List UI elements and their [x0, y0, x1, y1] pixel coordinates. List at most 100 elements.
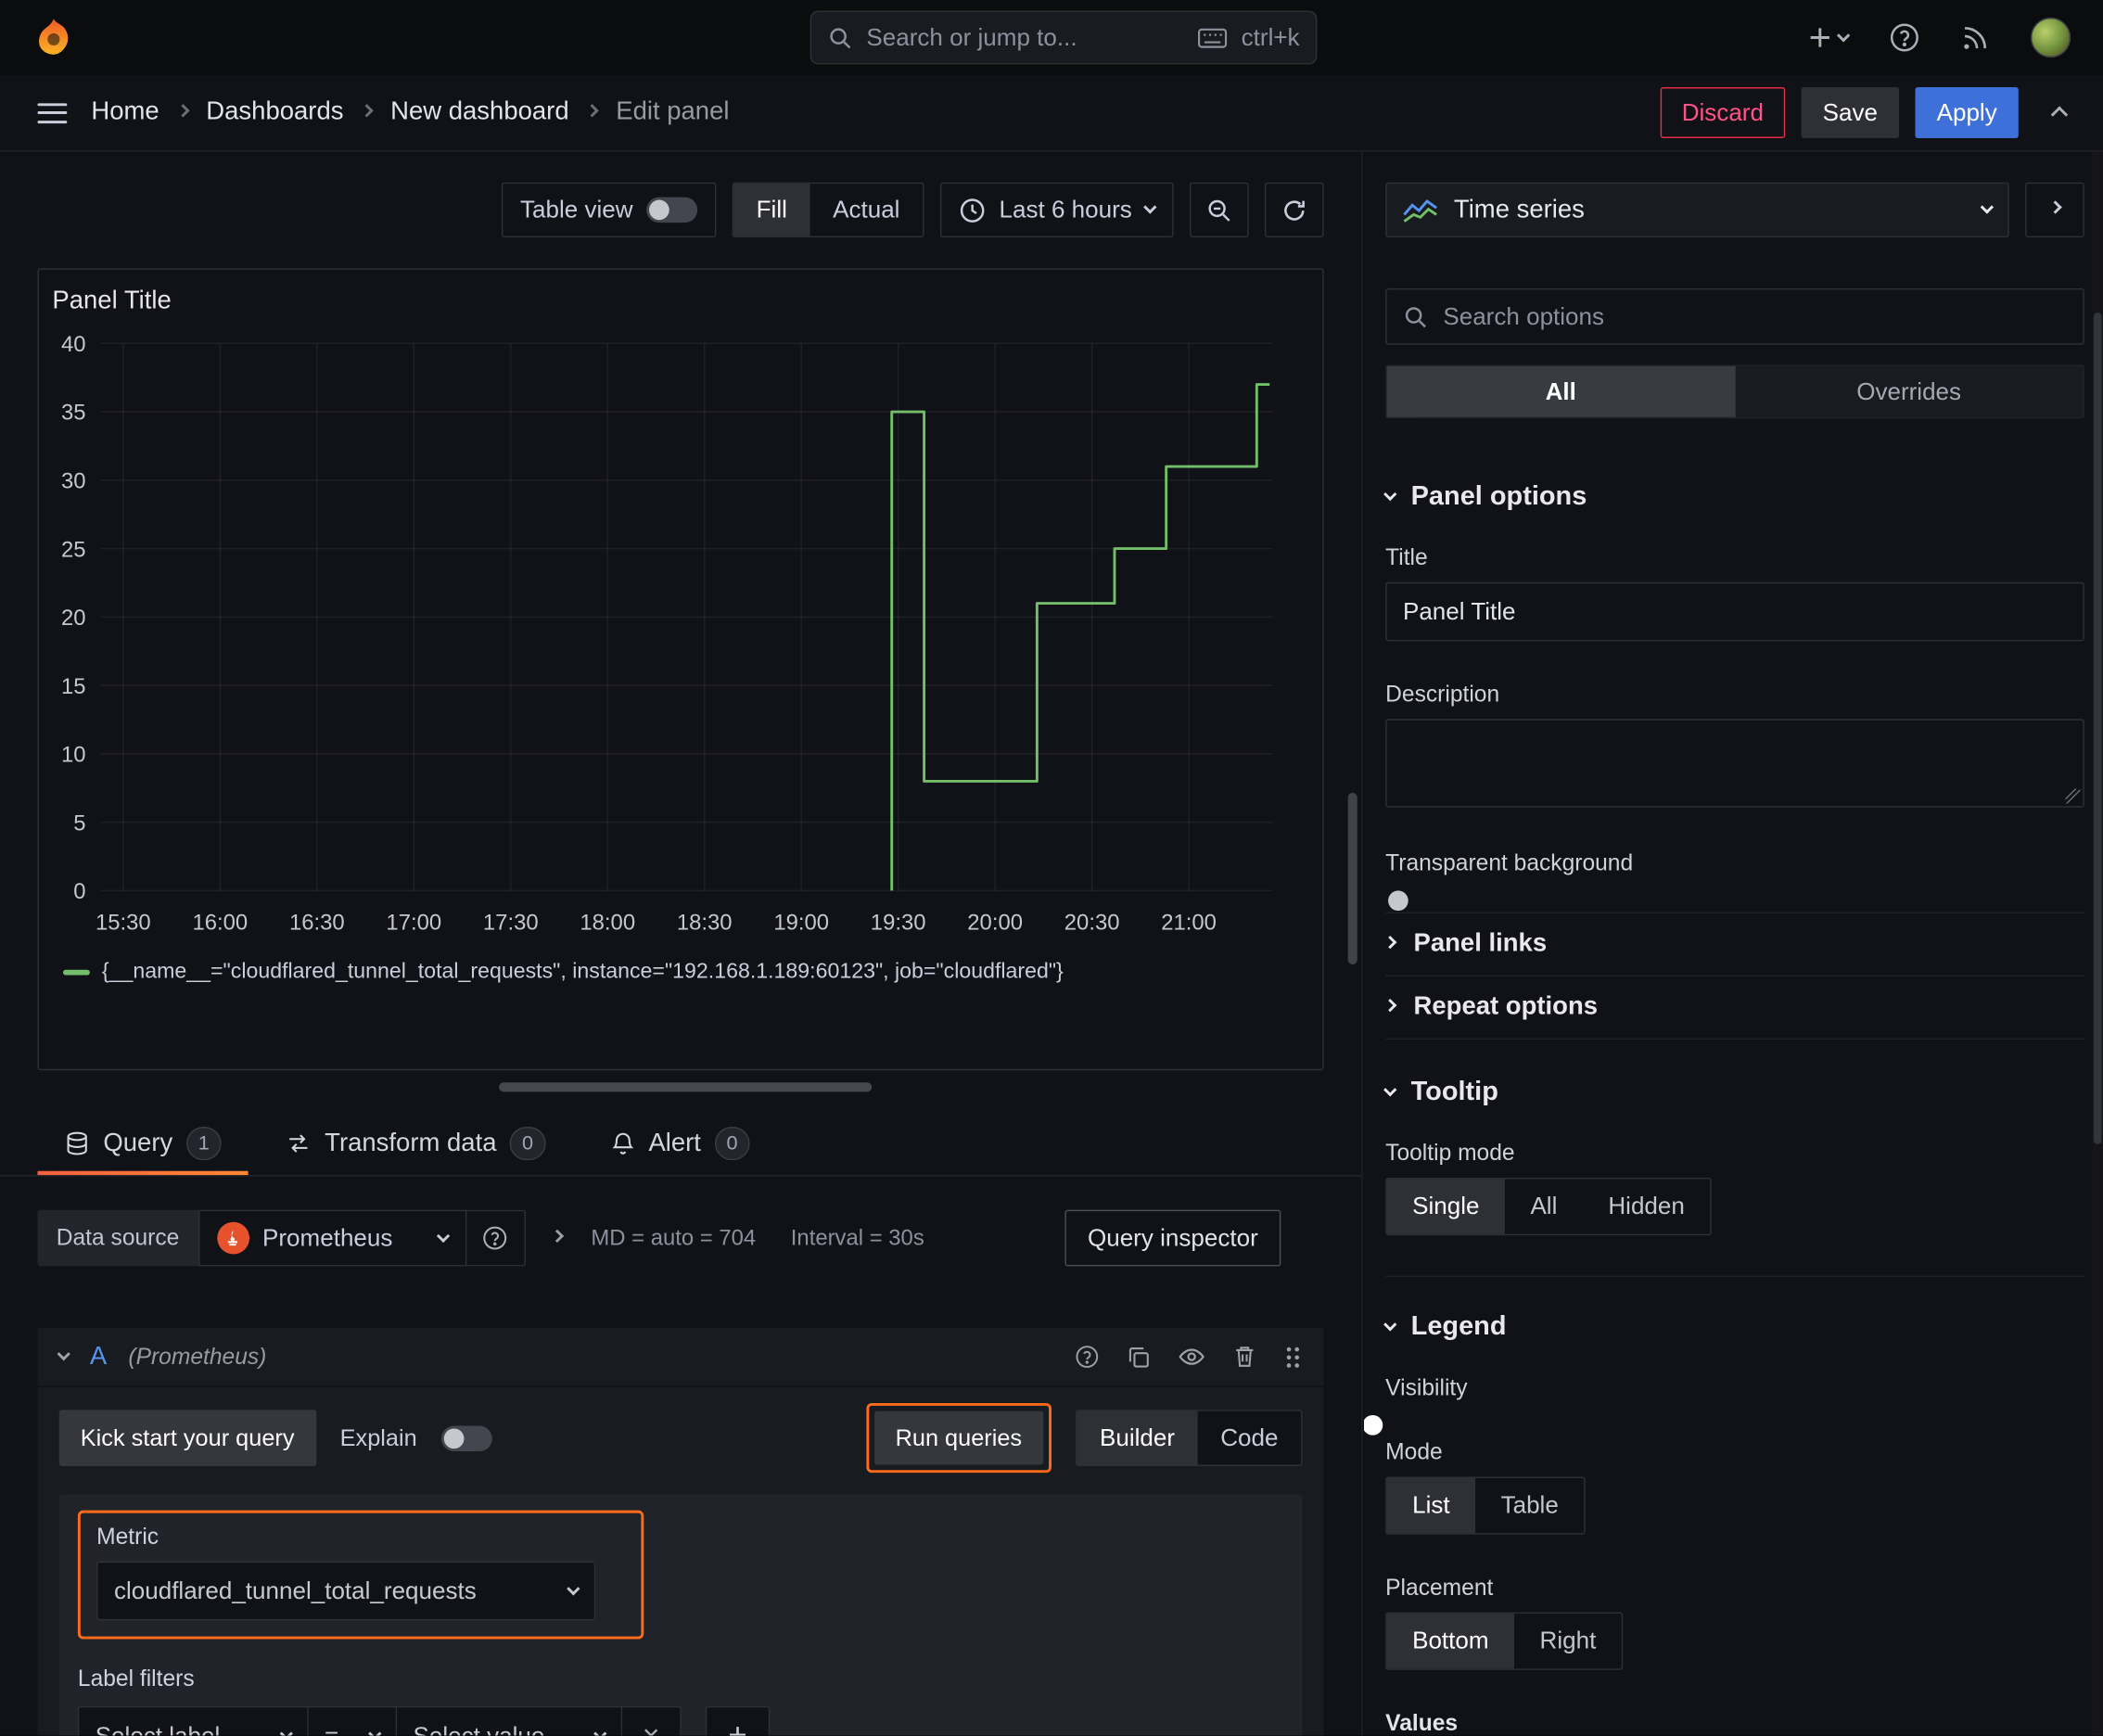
placement-bottom-option[interactable]: Bottom [1386, 1614, 1515, 1669]
tooltip-single-option[interactable]: Single [1386, 1179, 1505, 1234]
svg-text:20: 20 [61, 606, 86, 631]
delete-query-icon[interactable] [1232, 1344, 1256, 1369]
remove-filter-button[interactable]: × [622, 1705, 682, 1736]
visualization-picker[interactable]: Time series [1385, 182, 2009, 238]
horizontal-scrollbar-thumb[interactable] [499, 1082, 873, 1092]
query-ref-id[interactable]: A [90, 1342, 107, 1372]
right-scrollbar-thumb[interactable] [2093, 313, 2102, 1144]
query-options-summary[interactable]: MD = auto = 704 Interval = 30s [591, 1225, 924, 1250]
tab-all[interactable]: All [1386, 365, 1735, 417]
query-builder-body: Metric cloudflared_tunnel_total_requests… [58, 1494, 1303, 1736]
time-series-chart[interactable]: 0 5 10 15 20 25 30 35 40 15:30 16:00 16:30 17:00 17:3… [39, 316, 1310, 957]
panel-title-input[interactable]: Panel Title [1385, 581, 2084, 642]
right-scrollbar[interactable] [2092, 151, 2103, 1736]
help-button[interactable] [1889, 21, 1921, 54]
tab-transform-data[interactable]: Transform data 0 [259, 1112, 572, 1175]
datasource-help-button[interactable] [465, 1209, 526, 1267]
apply-button[interactable]: Apply [1915, 87, 2019, 138]
panel-links-row[interactable]: Panel links [1383, 912, 2084, 976]
grafana-logo-icon[interactable] [32, 16, 75, 58]
add-filter-button[interactable]: + [705, 1705, 771, 1736]
horizontal-scrollbar[interactable] [37, 1082, 1323, 1092]
metric-select[interactable]: cloudflared_tunnel_total_requests [96, 1561, 596, 1621]
breadcrumb-new-dashboard[interactable]: New dashboard [390, 98, 569, 128]
left-scrollbar-thumb[interactable] [1347, 792, 1357, 964]
drag-handle-icon[interactable] [1283, 1344, 1302, 1371]
add-new-button[interactable] [1808, 25, 1851, 49]
table-view-switch[interactable] [646, 197, 698, 223]
query-row-header[interactable]: A (Prometheus) [37, 1328, 1324, 1387]
datasource-name: Prometheus [262, 1223, 393, 1251]
options-search-input[interactable]: Search options [1385, 287, 2084, 345]
legend-section[interactable]: Legend [1383, 1312, 2084, 1343]
select-label-dropdown[interactable]: Select label [77, 1705, 309, 1736]
query-builder-toolbar: Kick start your query Explain Run querie… [37, 1387, 1323, 1487]
max-data-points-value: MD = auto = 704 [591, 1225, 757, 1250]
explain-switch[interactable] [440, 1424, 492, 1451]
svg-text:40: 40 [61, 332, 86, 357]
help-icon[interactable] [1075, 1344, 1100, 1369]
tab-overrides[interactable]: Overrides [1735, 366, 2083, 417]
panel-links-label: Panel links [1413, 929, 1548, 958]
kick-start-query-button[interactable]: Kick start your query [58, 1410, 316, 1466]
discard-button[interactable]: Discard [1660, 87, 1786, 138]
query-options-expand-icon[interactable] [550, 1229, 564, 1243]
tab-transform-label: Transform data [325, 1129, 497, 1157]
operator-dropdown[interactable]: = [308, 1705, 398, 1736]
refresh-button[interactable] [1264, 182, 1324, 238]
tooltip-section[interactable]: Tooltip [1383, 1077, 2084, 1107]
menu-toggle-icon[interactable] [37, 102, 68, 123]
description-textarea[interactable] [1385, 719, 2084, 808]
svg-text:16:00: 16:00 [192, 910, 248, 935]
mode-list-option[interactable]: List [1386, 1477, 1476, 1534]
svg-text:18:30: 18:30 [677, 910, 733, 935]
breadcrumb-home[interactable]: Home [91, 98, 159, 128]
tooltip-hidden-option[interactable]: Hidden [1583, 1179, 1710, 1233]
panel-edit-main: Table view Fill Actual Last 6 hours Pane… [0, 151, 1363, 1736]
title-label: Title [1385, 544, 1428, 570]
chevron-down-icon [368, 1726, 382, 1736]
tooltip-all-option[interactable]: All [1505, 1179, 1583, 1233]
run-queries-button[interactable]: Run queries [873, 1410, 1044, 1465]
datasource-picker[interactable]: Prometheus [198, 1209, 466, 1267]
query-inspector-button[interactable]: Query inspector [1064, 1209, 1281, 1267]
label-filters-row: Select label = Select value × + [77, 1705, 1283, 1736]
select-value-dropdown[interactable]: Select value [397, 1705, 623, 1736]
svg-text:25: 25 [61, 537, 86, 562]
tab-query[interactable]: Query 1 [37, 1112, 249, 1176]
panel-options-section[interactable]: Panel options [1383, 481, 2084, 512]
repeat-options-label: Repeat options [1413, 992, 1599, 1021]
toggle-options-pane-button[interactable] [2025, 182, 2084, 238]
table-view-toggle[interactable]: Table view [501, 182, 717, 238]
user-avatar[interactable] [2030, 17, 2071, 58]
builder-option[interactable]: Builder [1077, 1410, 1198, 1465]
code-option[interactable]: Code [1198, 1411, 1301, 1465]
panel-preview: Panel Title 0 5 10 15 20 25 30 35 40 15:30 16:00 16… [37, 268, 1324, 1071]
mode-label: Mode [1385, 1439, 1443, 1465]
breadcrumb-dashboards[interactable]: Dashboards [206, 98, 343, 128]
collapse-query-icon[interactable] [57, 1347, 70, 1361]
time-range-picker[interactable]: Last 6 hours [939, 182, 1174, 238]
collapse-header-button[interactable] [2050, 98, 2069, 126]
repeat-options-row[interactable]: Repeat options [1383, 975, 2084, 1039]
query-ref-datasource: (Prometheus) [128, 1343, 267, 1370]
builder-code-group: Builder Code [1075, 1410, 1303, 1466]
tab-alert[interactable]: Alert 0 [583, 1112, 777, 1175]
panel-title-value: Panel Title [1402, 597, 1516, 625]
legend-series-label[interactable]: {__name__="cloudflared_tunnel_total_requ… [102, 961, 1064, 985]
chart-legend[interactable]: {__name__="cloudflared_tunnel_total_requ… [39, 961, 1322, 985]
svg-text:19:30: 19:30 [871, 910, 926, 935]
mode-table-option[interactable]: Table [1475, 1478, 1584, 1533]
global-search-input[interactable]: Search or jump to... ctrl+k [809, 10, 1318, 65]
query-row-actions [1075, 1343, 1303, 1371]
placement-right-option[interactable]: Right [1514, 1614, 1622, 1668]
zoom-out-button[interactable] [1189, 182, 1249, 238]
actual-option[interactable]: Actual [810, 184, 924, 236]
save-button[interactable]: Save [1801, 87, 1900, 138]
duplicate-query-icon[interactable] [1127, 1345, 1151, 1369]
disable-query-icon[interactable] [1178, 1343, 1205, 1371]
news-feed-icon[interactable] [1961, 23, 1991, 53]
fill-option[interactable]: Fill [733, 184, 810, 236]
chevron-down-icon [1143, 200, 1157, 214]
resize-handle[interactable] [2065, 788, 2081, 804]
